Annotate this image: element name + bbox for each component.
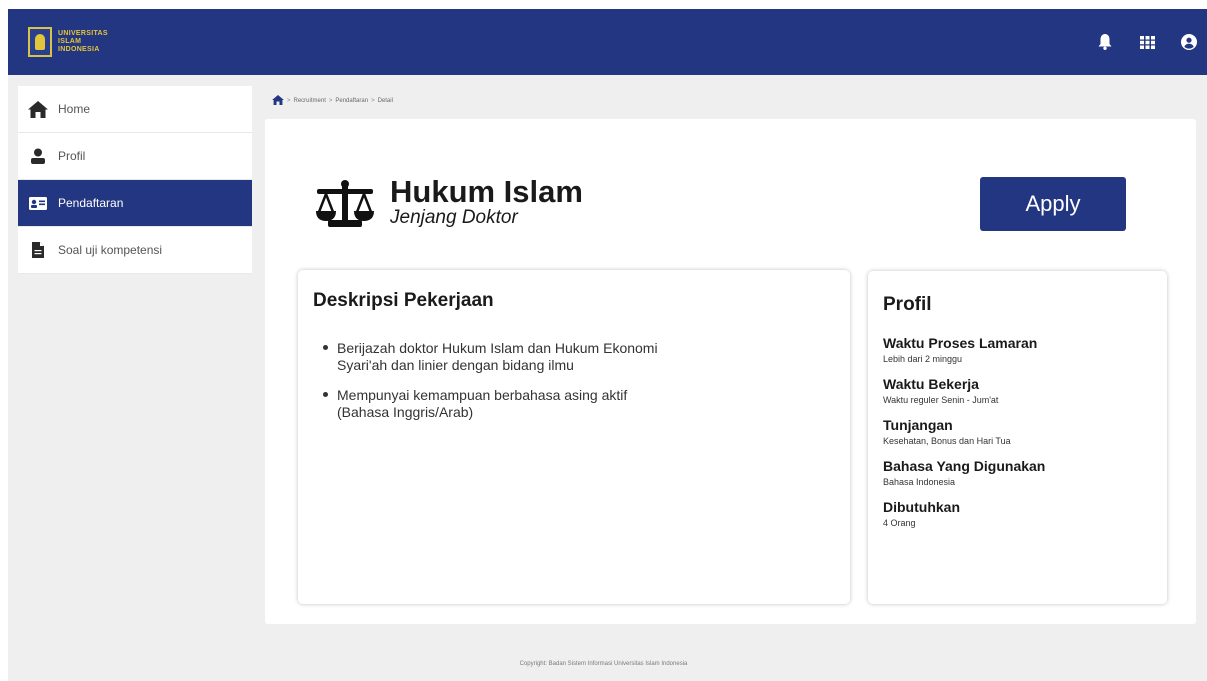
profile-item-tunjangan: Tunjangan Kesehatan, Bonus dan Hari Tua — [883, 417, 1153, 447]
profile-label: Bahasa Yang Digunakan — [883, 458, 1046, 474]
bell-icon[interactable] — [1095, 32, 1115, 52]
job-heading: Hukum Islam Jenjang Doktor — [390, 174, 583, 229]
profile-list: Waktu Proses Lamaran Lebih dari 2 minggu… — [883, 335, 1153, 540]
sidebar-item-soal-uji-kompetensi[interactable]: Soal uji kompetensi — [18, 227, 252, 274]
sidebar-item-profil[interactable]: Profil — [18, 133, 252, 180]
description-list: Berijazah doktor Hukum Islam dan Hukum E… — [323, 340, 663, 434]
balance-scale-icon — [315, 179, 375, 227]
profile-title: Profil — [883, 294, 932, 315]
breadcrumb-separator: > — [287, 98, 291, 104]
job-header: Hukum Islam Jenjang Doktor — [315, 174, 583, 229]
breadcrumb-separator: > — [371, 98, 375, 104]
profile-value: 4 Orang — [883, 518, 916, 528]
profile-label: Waktu Proses Lamaran — [883, 335, 1038, 351]
breadcrumb-item-detail: Detail — [377, 98, 393, 104]
breadcrumb-separator: > — [328, 98, 333, 104]
home-icon[interactable] — [272, 95, 284, 107]
list-item: Berijazah doktor Hukum Islam dan Hukum E… — [323, 340, 663, 374]
profile-value: Bahasa Indonesia — [883, 477, 956, 487]
profile-item-waktu-proses-lamaran: Waktu Proses Lamaran Lebih dari 2 minggu — [883, 335, 1153, 365]
sidebar-nav: Home Profil Pendaftaran Soal uji kompete… — [18, 86, 252, 274]
apply-button[interactable]: Apply — [980, 177, 1126, 231]
profile-value: Kesehatan, Bonus dan Hari Tua — [883, 436, 1011, 446]
job-level: Jenjang Doktor — [390, 207, 518, 228]
job-title: Hukum Islam — [390, 174, 583, 209]
footer-copyright: Copyright: Badan Sistem Informasi Univer… — [519, 661, 688, 667]
profile-label: Tunjangan — [883, 417, 953, 433]
user-account-icon[interactable] — [1179, 32, 1199, 52]
topbar-actions — [1073, 9, 1207, 75]
sidebar-item-home[interactable]: Home — [18, 86, 252, 133]
profile-label: Waktu Bekerja — [883, 376, 979, 392]
list-item: Mempunyai kemampuan berbahasa asing akti… — [323, 387, 663, 421]
breadcrumb-item-pendaftaran[interactable]: Pendaftaran — [335, 98, 368, 104]
breadcrumb-item-recruitment[interactable]: Recruitment — [294, 98, 326, 104]
sidebar-item-label: Soal uji kompetensi — [58, 243, 163, 257]
home-icon — [28, 99, 48, 119]
apps-grid-icon[interactable] — [1137, 32, 1157, 52]
profile-item-dibutuhkan: Dibutuhkan 4 Orang — [883, 499, 1153, 529]
document-icon — [28, 240, 48, 260]
app-window: UNIVERSITAS ISLAM INDONESIA Home Profil … — [8, 9, 1207, 681]
profile-value: Lebih dari 2 minggu — [883, 354, 963, 364]
id-card-icon — [28, 193, 48, 213]
profile-card: Profil Waktu Proses Lamaran Lebih dari 2… — [868, 271, 1167, 604]
job-description-card: Deskripsi Pekerjaan Berijazah doktor Huk… — [298, 270, 850, 604]
description-title: Deskripsi Pekerjaan — [313, 290, 494, 311]
profile-value: Waktu reguler Senin - Jum'at — [883, 395, 999, 405]
profile-item-waktu-bekerja: Waktu Bekerja Waktu reguler Senin - Jum'… — [883, 376, 1153, 406]
person-icon — [28, 146, 48, 166]
sidebar-item-label: Profil — [58, 149, 86, 163]
top-navbar: UNIVERSITAS ISLAM INDONESIA — [8, 9, 1207, 75]
job-detail-card: Hukum Islam Jenjang Doktor Apply Deskrip… — [265, 119, 1196, 624]
sidebar-item-pendaftaran[interactable]: Pendaftaran — [18, 180, 252, 227]
profile-label: Dibutuhkan — [883, 499, 960, 515]
profile-item-bahasa: Bahasa Yang Digunakan Bahasa Indonesia — [883, 458, 1153, 488]
sidebar-item-label: Home — [58, 102, 91, 116]
sidebar-item-label: Pendaftaran — [58, 196, 124, 210]
university-logo[interactable]: UNIVERSITAS ISLAM INDONESIA — [28, 23, 148, 61]
breadcrumb: > Recruitment > Pendaftaran > Detail — [272, 94, 393, 108]
logo-emblem-icon — [28, 27, 52, 57]
logo-text: UNIVERSITAS ISLAM INDONESIA — [58, 30, 108, 53]
